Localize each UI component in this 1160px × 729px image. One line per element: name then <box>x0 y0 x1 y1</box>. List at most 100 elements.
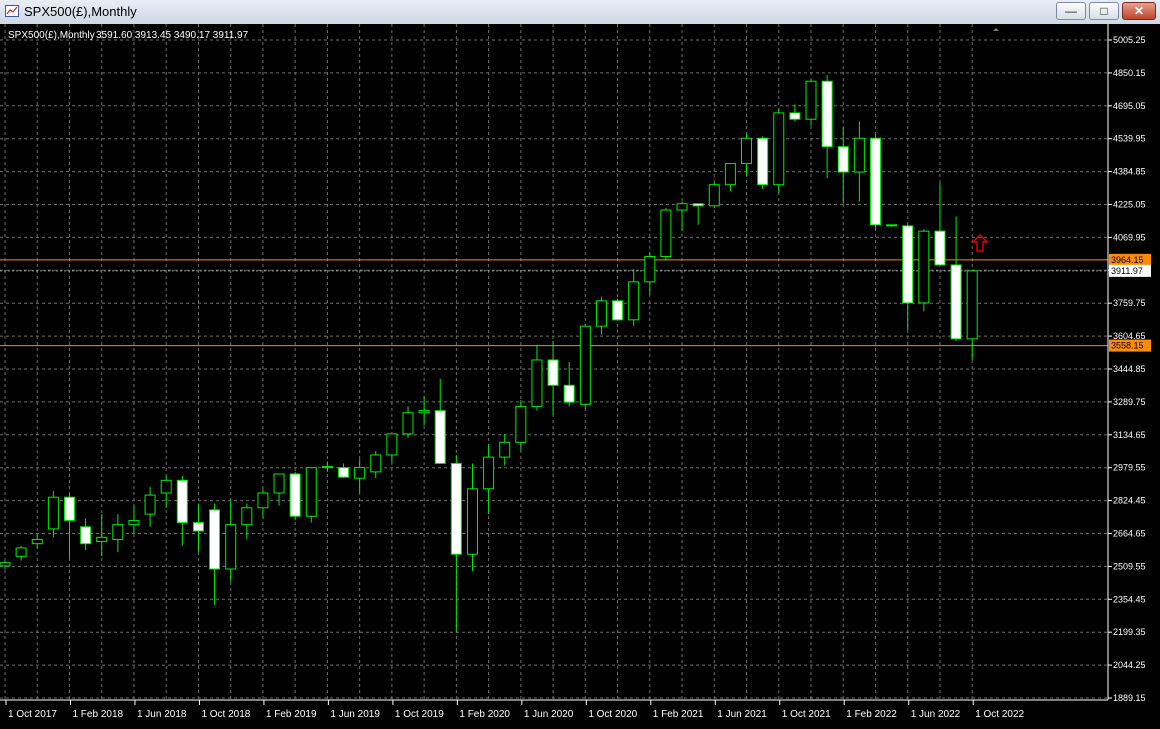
y-tick-label: 2354.45 <box>1113 594 1146 604</box>
candle-body <box>966 270 978 340</box>
candle-body <box>96 536 108 543</box>
candle-body <box>321 466 333 469</box>
candle-body <box>15 547 27 557</box>
maximize-icon: □ <box>1100 4 1108 18</box>
candle-body <box>515 405 527 443</box>
y-tick-label: 2979.55 <box>1113 463 1146 473</box>
x-tick-label: 1 Feb 2022 <box>846 709 897 720</box>
price-axis-bg <box>1108 24 1160 724</box>
candle-body <box>531 359 543 407</box>
chart-window-icon <box>5 5 19 17</box>
y-tick-label: 4225.05 <box>1113 200 1146 210</box>
y-tick-label: 4850.15 <box>1113 68 1146 78</box>
y-tick-label: 4539.95 <box>1113 134 1146 144</box>
level-tag-label: 3558.15 <box>1111 341 1144 351</box>
chart-window: SPX500(£),Monthly — □ ✕ 5005.25 4850.15 46… <box>0 0 1160 724</box>
y-tick-label: 2664.65 <box>1113 529 1146 539</box>
chart-area[interactable]: 5005.25 4850.15 4695.05 4539.95 4384.85 4225.… <box>0 24 1160 724</box>
shift-marker-icon <box>993 28 999 31</box>
candle-body <box>450 462 462 555</box>
title-bar[interactable]: SPX500(£),Monthly — □ ✕ <box>0 0 1160 25</box>
close-icon: ✕ <box>1133 4 1145 18</box>
candle-body <box>209 509 221 570</box>
candle-body <box>112 524 124 540</box>
candle-body <box>612 300 624 321</box>
x-tick-label: 1 Oct 2018 <box>201 709 250 720</box>
x-tick-label: 1 Jun 2018 <box>137 709 187 720</box>
candle-body <box>273 473 285 494</box>
candle-body <box>741 137 753 165</box>
candle-body <box>402 412 414 435</box>
candle-body <box>595 300 607 327</box>
candle-body <box>192 522 204 532</box>
candle-body <box>80 526 92 545</box>
candle-body <box>773 112 785 186</box>
candle-body <box>128 519 140 526</box>
x-tick-label: 1 Jun 2020 <box>524 709 574 720</box>
candle-body <box>483 456 495 490</box>
candle-body <box>789 112 801 120</box>
candle-body <box>257 492 269 509</box>
x-tick-label: 1 Jun 2019 <box>330 709 380 720</box>
close-button[interactable]: ✕ <box>1122 2 1156 20</box>
candle-body <box>434 410 446 464</box>
y-tick-label: 3759.75 <box>1113 298 1146 308</box>
y-tick-label: 4695.05 <box>1113 101 1146 111</box>
y-tick-label: 4384.85 <box>1113 167 1146 177</box>
candle-body <box>225 524 237 570</box>
candle-body <box>934 230 946 266</box>
y-tick-label: 3134.65 <box>1113 430 1146 440</box>
candle-body <box>338 467 350 478</box>
minimize-icon: — <box>1065 4 1077 18</box>
candle-body <box>0 562 11 567</box>
y-tick-label: 2824.45 <box>1113 496 1146 506</box>
candle-body <box>160 479 172 494</box>
x-tick-label: 1 Feb 2020 <box>459 709 510 720</box>
x-tick-label: 1 Jun 2022 <box>911 709 961 720</box>
candle-body <box>821 80 833 148</box>
candle-body <box>418 410 430 414</box>
candle-body <box>579 325 591 405</box>
maximize-button[interactable]: □ <box>1089 2 1119 20</box>
candle-body <box>757 137 769 186</box>
time-axis: 1 Oct 2017 1 Feb 2018 1 Jun 2018 1 Oct 2018… <box>5 700 1025 720</box>
x-tick-label: 1 Oct 2021 <box>782 709 831 720</box>
y-tick-label: 2509.55 <box>1113 561 1146 571</box>
candle-body <box>660 209 672 257</box>
candle-body <box>676 203 688 211</box>
candle-body <box>628 281 640 321</box>
candle-body <box>724 163 736 186</box>
candle-body <box>837 146 849 173</box>
candle-body <box>47 496 59 530</box>
minimize-button[interactable]: — <box>1056 2 1086 20</box>
candle-body <box>805 80 817 120</box>
y-tick-label: 3289.75 <box>1113 397 1146 407</box>
candlestick-chart[interactable]: 5005.25 4850.15 4695.05 4539.95 4384.85 4225.… <box>0 24 1160 724</box>
candle-body <box>692 203 704 207</box>
candle-body <box>644 255 656 283</box>
candle-body <box>902 225 914 304</box>
x-tick-label: 1 Feb 2019 <box>266 709 317 720</box>
x-tick-label: 1 Oct 2019 <box>395 709 444 720</box>
x-tick-label: 1 Feb 2021 <box>653 709 704 720</box>
x-tick-label: 1 Oct 2022 <box>975 709 1024 720</box>
candle-body <box>869 137 881 226</box>
candle-body <box>241 507 253 526</box>
candle-body <box>354 467 366 479</box>
candle-body <box>386 433 398 456</box>
y-tick-label: 4069.95 <box>1113 232 1146 242</box>
y-tick-label: 2044.25 <box>1113 660 1146 670</box>
price-axis: 5005.25 4850.15 4695.05 4539.95 4384.85 4225.… <box>1108 35 1146 703</box>
y-tick-label: 5005.25 <box>1113 35 1146 45</box>
window-title: SPX500(£),Monthly <box>24 4 137 19</box>
candle-body <box>499 441 511 458</box>
ohlc-info: 3591.60 3913.45 3490.17 3911.97 <box>96 30 249 41</box>
candle-body <box>370 454 382 473</box>
candle-body <box>950 264 962 340</box>
candle-body <box>305 467 317 517</box>
x-tick-label: 1 Jun 2021 <box>717 709 767 720</box>
x-tick-label: 1 Oct 2020 <box>588 709 637 720</box>
candle-body <box>289 473 301 517</box>
candle-body <box>547 359 559 386</box>
candle-body <box>853 137 865 173</box>
